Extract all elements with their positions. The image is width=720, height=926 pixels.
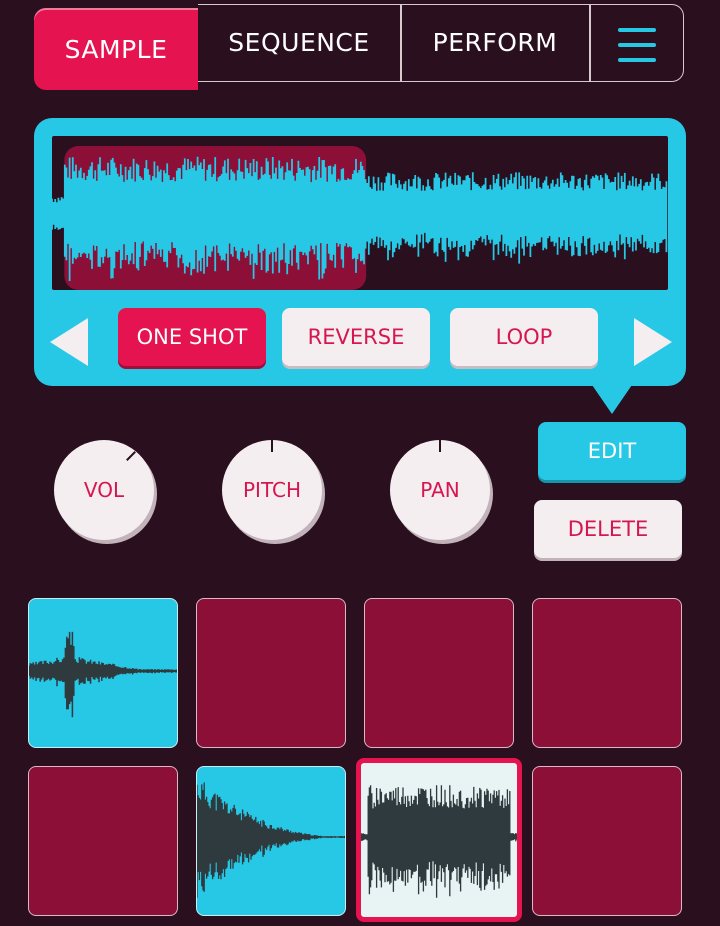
knob-indicator bbox=[271, 440, 273, 452]
pad-waveform-icon bbox=[361, 785, 517, 898]
volume-knob[interactable]: VOL bbox=[54, 440, 154, 540]
pad-5[interactable] bbox=[28, 766, 178, 916]
menu-button[interactable] bbox=[590, 8, 684, 82]
pad-waveform-icon bbox=[197, 782, 345, 898]
one-shot-button[interactable]: ONE SHOT bbox=[118, 308, 266, 366]
tab-sequence[interactable]: SEQUENCE bbox=[204, 2, 394, 82]
hamburger-menu-icon bbox=[618, 28, 656, 62]
waveform-display[interactable] bbox=[52, 136, 668, 290]
pan-knob[interactable]: PAN bbox=[390, 440, 490, 540]
tab-sample[interactable]: SAMPLE bbox=[34, 8, 198, 90]
tab-perform[interactable]: PERFORM bbox=[402, 2, 588, 82]
reverse-button[interactable]: REVERSE bbox=[282, 308, 430, 366]
pad-3[interactable] bbox=[364, 598, 514, 748]
panel-pointer bbox=[590, 382, 634, 414]
pitch-knob-label: PITCH bbox=[242, 478, 301, 502]
delete-button[interactable]: DELETE bbox=[534, 500, 682, 558]
edit-button[interactable]: EDIT bbox=[538, 422, 686, 480]
pad-waveform-icon bbox=[29, 631, 177, 718]
pad-8[interactable] bbox=[532, 766, 682, 916]
top-tab-bar: SAMPLE SEQUENCE PERFORM bbox=[34, 2, 684, 90]
pad-7-selected[interactable] bbox=[356, 758, 522, 922]
knob-indicator bbox=[439, 440, 441, 452]
pad-1[interactable] bbox=[28, 598, 178, 748]
pan-knob-label: PAN bbox=[420, 478, 460, 502]
loop-button[interactable]: LOOP bbox=[450, 308, 598, 366]
pitch-knob[interactable]: PITCH bbox=[222, 440, 322, 540]
knob-indicator bbox=[126, 451, 136, 461]
pad-6[interactable] bbox=[196, 766, 346, 916]
sample-editor-panel: ONE SHOT REVERSE LOOP bbox=[34, 118, 686, 414]
pad-2[interactable] bbox=[196, 598, 346, 748]
triangle-left-icon[interactable] bbox=[46, 314, 94, 370]
triangle-right-icon[interactable] bbox=[628, 314, 676, 370]
waveform-view[interactable] bbox=[52, 136, 668, 290]
volume-knob-label: VOL bbox=[83, 478, 125, 502]
pad-4[interactable] bbox=[532, 598, 682, 748]
